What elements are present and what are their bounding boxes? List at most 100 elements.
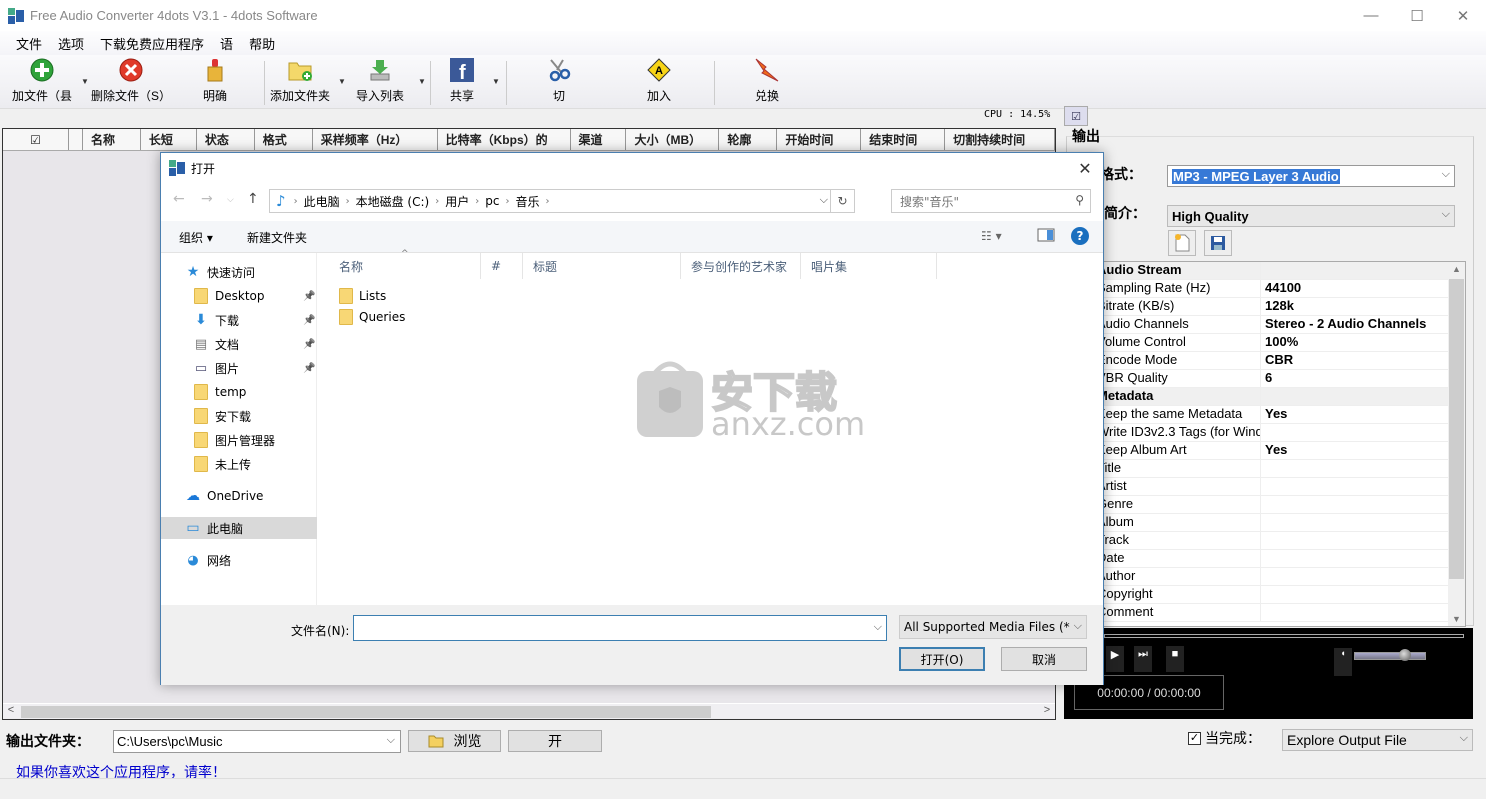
col-bitrate[interactable]: 比特率（Kbps）的 (438, 129, 571, 150)
open-folder-button[interactable]: 开 (508, 730, 602, 752)
maximize-button[interactable]: ☐ (1394, 0, 1440, 31)
nav-item[interactable]: ⬇ 下载 📌 (161, 309, 317, 331)
cut-button[interactable]: 切 (546, 57, 572, 104)
dialog-close-button[interactable]: ✕ (1071, 155, 1099, 181)
import-list-dropdown-icon[interactable]: ▼ (418, 77, 426, 86)
next-button[interactable]: ⏭ (1134, 646, 1152, 672)
scrollbar-thumb[interactable] (21, 706, 711, 718)
volume-slider[interactable] (1354, 649, 1426, 661)
nav-item[interactable]: ☁ OneDrive (161, 485, 317, 507)
file-item-queries[interactable]: Queries (339, 307, 405, 327)
add-folder-button[interactable]: 添加文件夹 (270, 57, 330, 104)
property-row[interactable]: Encode Mode CBR (1095, 352, 1465, 370)
seek-bar[interactable] (1104, 634, 1464, 638)
property-row[interactable]: Copyright (1095, 586, 1465, 604)
col-start-time[interactable]: 开始时间 (777, 129, 862, 150)
property-row[interactable]: Bitrate (KB/s) 128k (1095, 298, 1465, 316)
property-row[interactable]: Author (1095, 568, 1465, 586)
save-profile-button[interactable] (1204, 230, 1232, 256)
nav-item[interactable]: ★ 快速访问 (161, 261, 317, 283)
breadcrumb-this-pc[interactable]: 此电脑 (304, 193, 340, 210)
property-row[interactable]: Audio Channels Stereo - 2 Audio Channels (1095, 316, 1465, 334)
col-status[interactable]: 状态 (197, 129, 255, 150)
breadcrumb-local-disk[interactable]: 本地磁盘 (C:) (356, 193, 430, 210)
output-folder-input[interactable]: C:\Users\pc\Music ⌵ (113, 730, 401, 753)
scrollbar-thumb[interactable] (1449, 279, 1464, 579)
convert-button[interactable]: 兑换 (754, 57, 780, 104)
breadcrumb-pc[interactable]: pc (485, 194, 499, 208)
property-value[interactable]: Yes (1261, 442, 1287, 459)
new-folder-button[interactable]: 新建文件夹 (247, 229, 307, 246)
property-row[interactable]: Title (1095, 460, 1465, 478)
open-button[interactable]: 打开(O) (899, 647, 985, 671)
nav-item[interactable]: Desktop 📌 (161, 285, 317, 307)
properties-grid[interactable]: Audio Stream Sampling Rate (Hz) 44100 Bitra… (1094, 261, 1466, 627)
property-value[interactable]: 100% (1261, 334, 1298, 351)
pin-icon[interactable]: 📌 (303, 339, 315, 350)
file-type-select[interactable]: All Supported Media Files (* ⌵ (899, 615, 1087, 639)
col-artist[interactable]: 参与创作的艺术家 (681, 253, 801, 279)
property-value[interactable] (1261, 496, 1265, 513)
col-select-all[interactable]: ☑ (3, 129, 69, 150)
search-input[interactable]: 搜索"音乐" ⚲ (891, 189, 1091, 213)
address-dropdown-icon[interactable]: ⌵ (820, 193, 828, 207)
when-done-checkbox[interactable]: ✓ (1188, 731, 1201, 745)
share-dropdown-icon[interactable]: ▼ (492, 77, 500, 86)
property-row[interactable]: VBR Quality 6 (1095, 370, 1465, 388)
property-value[interactable] (1261, 478, 1265, 495)
property-value[interactable]: 44100 (1261, 280, 1301, 297)
breadcrumb-users[interactable]: 用户 (445, 193, 469, 210)
menu-language[interactable]: 语 (212, 34, 241, 53)
volume-knob[interactable] (1399, 649, 1412, 661)
add-folder-dropdown-icon[interactable]: ▼ (338, 77, 346, 86)
property-value[interactable]: CBR (1261, 352, 1293, 369)
minimize-button[interactable]: — (1348, 0, 1394, 31)
nav-item[interactable]: 安下载 (161, 405, 317, 427)
menu-options[interactable]: 选项 (50, 34, 92, 53)
share-button[interactable]: f 共享 (449, 57, 475, 104)
property-row[interactable]: Write ID3v2.3 Tags (for Wind (1095, 424, 1465, 442)
recent-locations-icon[interactable]: ⌵ (227, 195, 234, 205)
pin-icon[interactable]: 📌 (303, 291, 315, 302)
col-size[interactable]: 大小（MB） (626, 129, 720, 150)
property-row[interactable]: Keep Album Art Yes (1095, 442, 1465, 460)
col-number[interactable]: # (481, 253, 523, 279)
col-end-time[interactable]: 结束时间 (861, 129, 946, 150)
join-button[interactable]: A 加入 (646, 57, 672, 104)
filename-input[interactable]: ⌵ (353, 615, 887, 641)
property-value[interactable]: 6 (1261, 370, 1272, 387)
property-row[interactable]: Track (1095, 532, 1465, 550)
nav-item[interactable]: ▤ 文档 📌 (161, 333, 317, 355)
menu-help[interactable]: 帮助 (241, 34, 283, 53)
col-title[interactable]: 标题 (523, 253, 681, 279)
col-name[interactable]: 名称 (83, 129, 141, 150)
scroll-left-icon[interactable]: < (3, 704, 19, 716)
preview-pane-button[interactable] (1037, 227, 1055, 246)
pin-icon[interactable]: 📌 (303, 363, 315, 374)
file-item-lists[interactable]: Lists (339, 286, 386, 306)
property-row[interactable]: Volume Control 100% (1095, 334, 1465, 352)
refresh-button[interactable]: ↻ (830, 190, 854, 212)
nav-item[interactable]: 未上传 (161, 453, 317, 475)
nav-item[interactable]: ◕ 网络 (161, 549, 317, 571)
col-album[interactable]: 唱片集 (801, 253, 937, 279)
scroll-up-icon[interactable]: ▲ (1448, 264, 1465, 274)
menu-file[interactable]: 文件 (8, 34, 50, 53)
property-value[interactable] (1261, 550, 1265, 567)
breadcrumb-music[interactable]: 音乐 (515, 193, 539, 210)
scroll-down-icon[interactable]: ▼ (1448, 614, 1465, 624)
profile-select[interactable]: High Quality ⌵ (1167, 205, 1455, 227)
col-sample-rate[interactable]: 采样频率（Hz） (313, 129, 438, 150)
property-value[interactable]: Stereo - 2 Audio Channels (1261, 316, 1426, 333)
property-category[interactable]: Audio Stream (1095, 262, 1465, 280)
col-profile[interactable]: 轮廓 (719, 129, 778, 150)
col-format[interactable]: 格式 (255, 129, 313, 150)
properties-scrollbar[interactable]: ▲ ▼ (1448, 262, 1465, 626)
forward-button[interactable]: → (201, 191, 213, 207)
nav-item[interactable]: ▭ 图片 📌 (161, 357, 317, 379)
help-button[interactable]: ? (1071, 227, 1089, 245)
remove-files-button[interactable]: 删除文件（S） (91, 57, 171, 104)
property-value[interactable] (1261, 532, 1265, 549)
back-button[interactable]: ← (173, 191, 185, 207)
nav-item[interactable]: ▭ 此电脑 (161, 517, 317, 539)
